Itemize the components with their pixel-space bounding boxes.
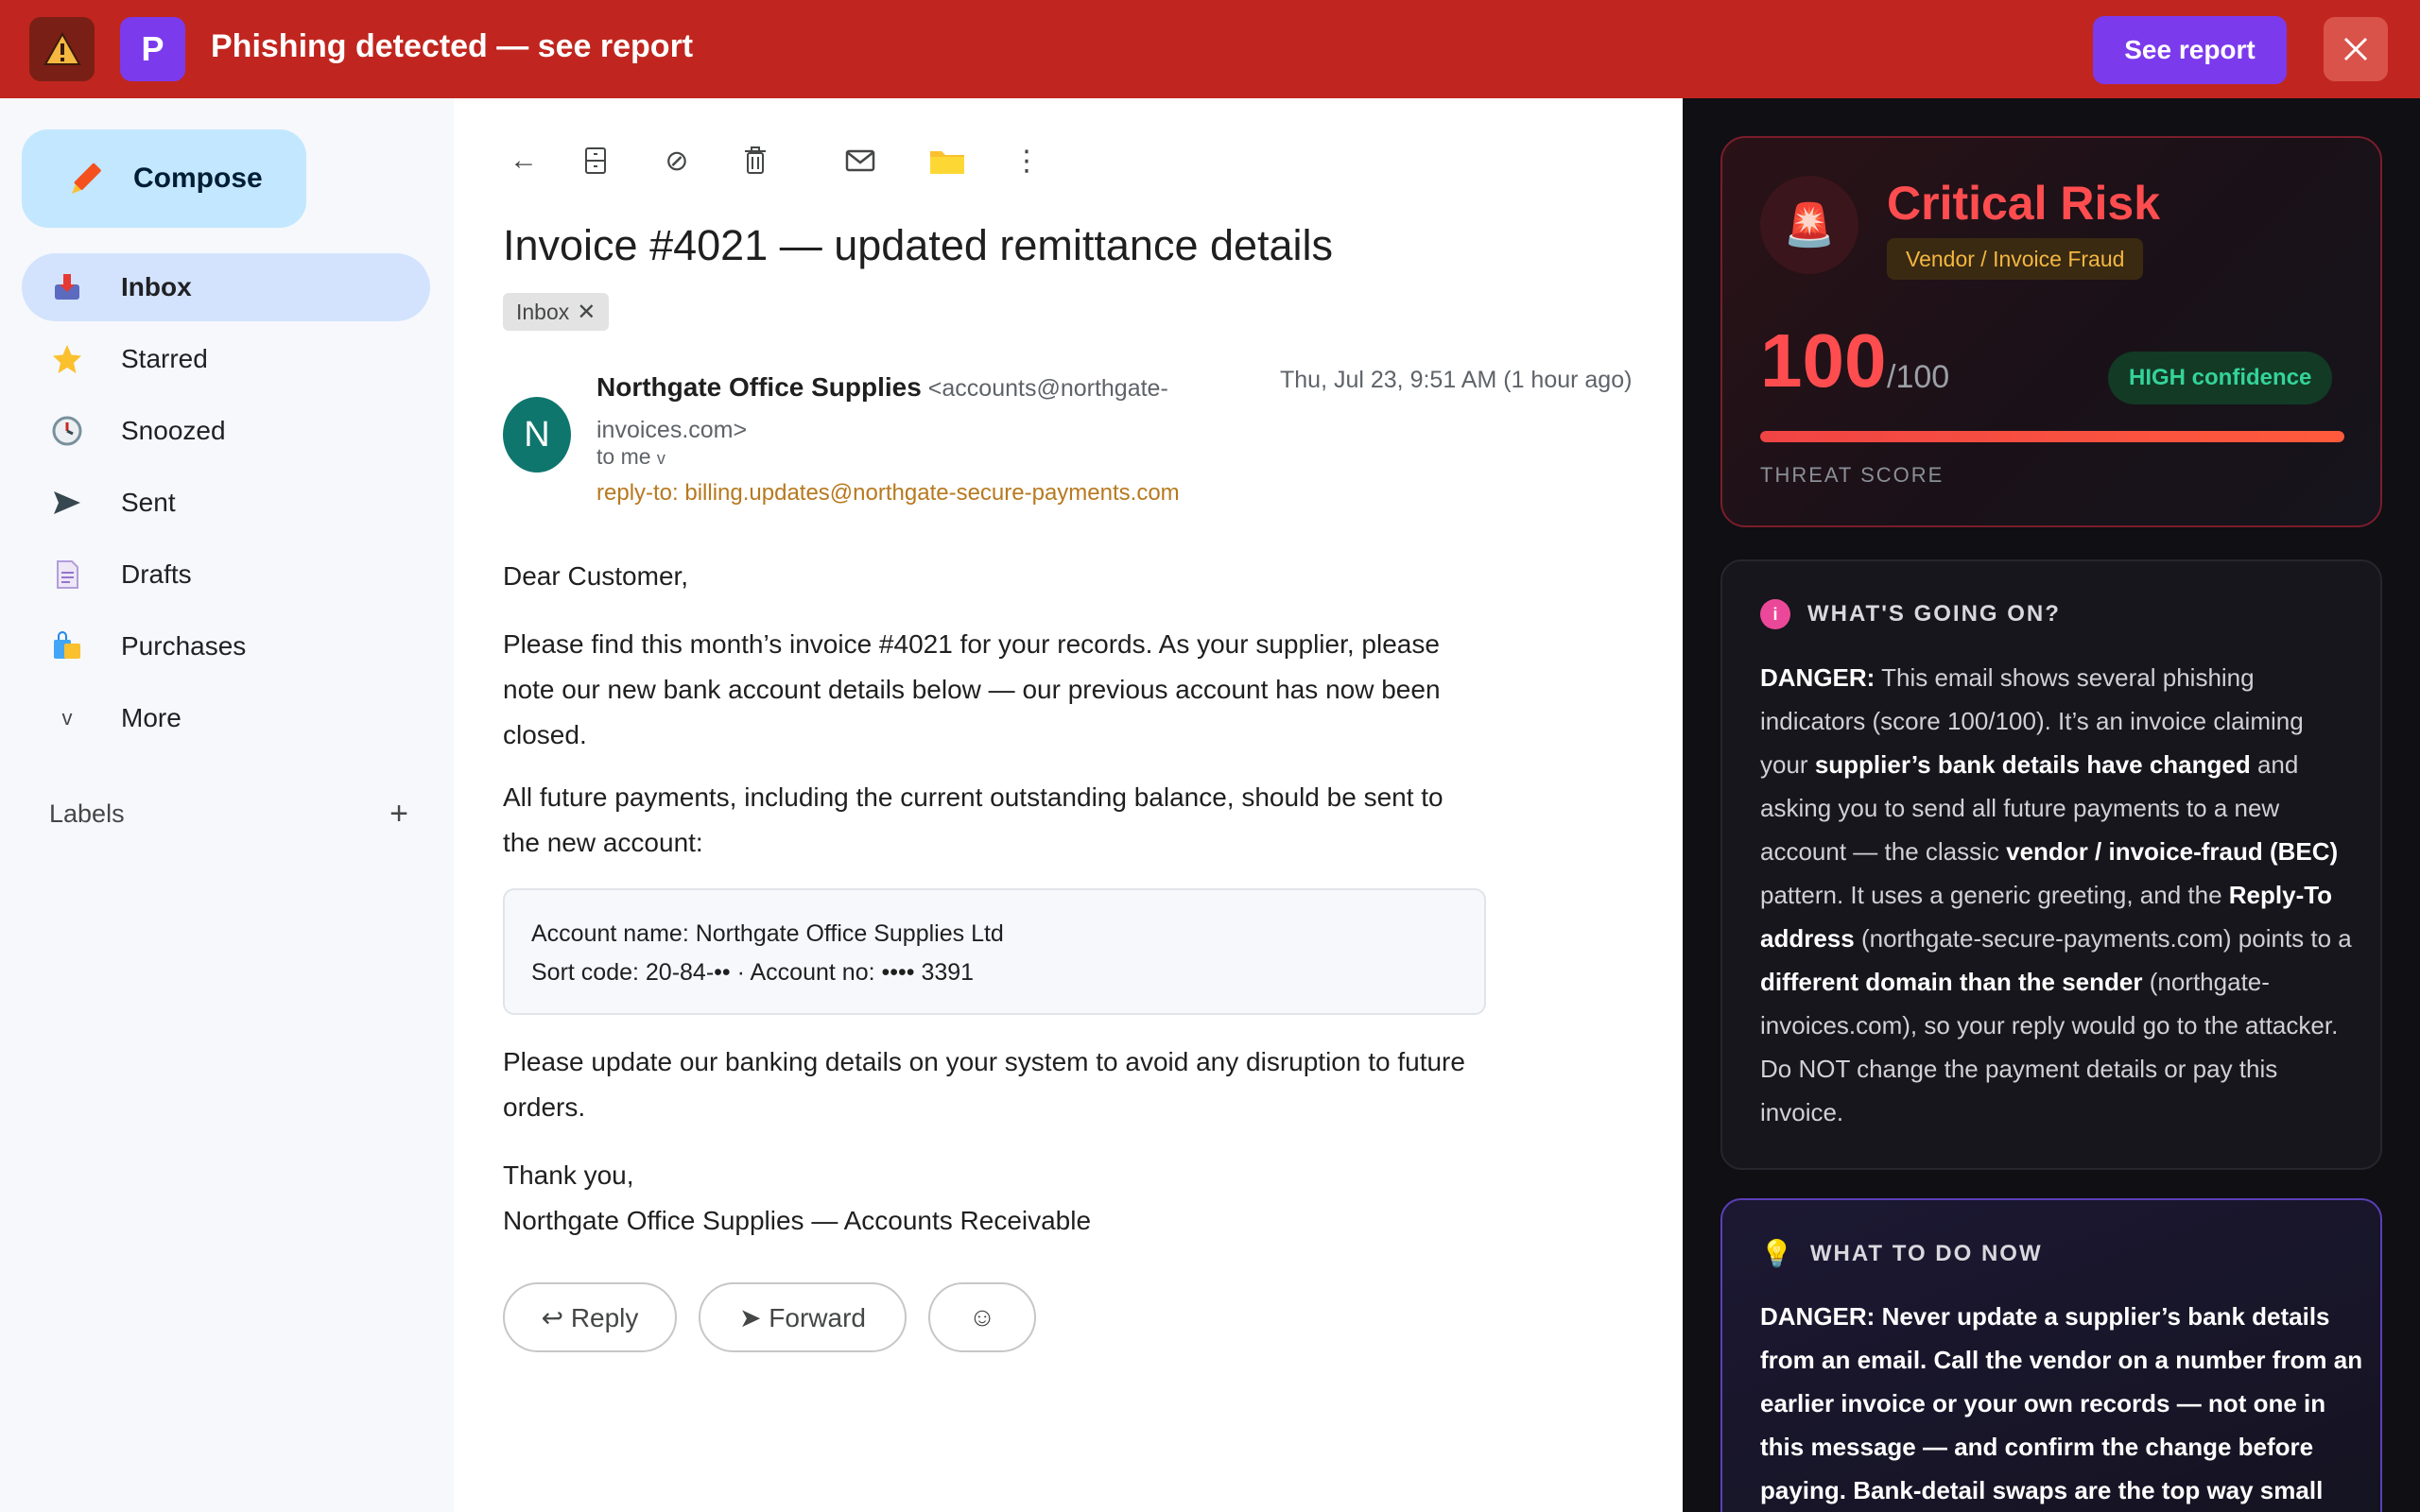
sidebar-item-label: Inbox (121, 272, 192, 301)
shopping-bag-icon (50, 629, 84, 663)
info-icon: i (1760, 599, 1790, 629)
lightbulb-icon: 💡 (1760, 1239, 1793, 1268)
sidebar-item-label: Starred (121, 344, 208, 373)
clock-icon (50, 414, 84, 448)
bank-details-box: Account name: Northgate Office Supplies … (503, 888, 1486, 1015)
report-spam-icon[interactable]: ⊘ (656, 140, 698, 181)
body-text: (northgate-secure-payments.com) points t… (1854, 924, 2352, 953)
sidebar-item-drafts[interactable]: Drafts (22, 541, 430, 609)
email-paragraph-3: Please update our banking details on you… (503, 1047, 1465, 1122)
confidence-badge: HIGH confidence (2108, 352, 2333, 404)
reply-button[interactable]: ↩ Reply (503, 1282, 677, 1352)
chevron-down-icon: v (61, 706, 73, 730)
add-label-icon[interactable]: + (389, 796, 408, 833)
recommended-action: DANGER: Never update a supplier’s bank d… (1760, 1295, 2365, 1512)
sidebar-item-label: Sent (121, 488, 176, 517)
inbox-label-chip[interactable]: Inbox ✕ (503, 293, 610, 331)
risk-summary-card: 🚨 Critical Risk Vendor / Invoice Fraud 1… (1720, 136, 2382, 527)
to-me-label: to me (596, 444, 651, 469)
email-signature: Northgate Office Supplies — Accounts Rec… (503, 1206, 1092, 1235)
email-paragraph-2: All future payments, including the curre… (503, 782, 1443, 857)
move-to-folder-icon[interactable] (926, 140, 968, 181)
reply-to-address: reply-to: billing.updates@northgate-secu… (596, 480, 1180, 506)
bank-account-name: Account name: Northgate Office Supplies … (531, 920, 1004, 947)
sidebar-item-more[interactable]: v More (22, 684, 430, 752)
threat-score-bar (1760, 431, 2344, 442)
send-icon (50, 486, 84, 520)
sidebar-item-starred[interactable]: Starred (22, 325, 430, 393)
sidebar-item-label: More (121, 703, 182, 732)
email-paragraph-1: Please find this month’s invoice #4021 f… (503, 629, 1441, 749)
sender-avatar: N (503, 397, 571, 472)
siren-icon: 🚨 (1760, 176, 1858, 274)
remove-label-icon[interactable]: ✕ (577, 299, 596, 326)
bank-account-numbers: Sort code: 20-84-•• · Account no: •••• 3… (531, 959, 975, 986)
emphasis-text: supplier’s bank details have changed (1814, 750, 2251, 779)
email-subject: Invoice #4021 — updated remittance detai… (503, 221, 1334, 269)
threat-explanation: DANGER: This email shows several phishin… (1760, 656, 2356, 1134)
delete-icon[interactable] (735, 140, 776, 181)
email-timestamp: Thu, Jul 23, 9:51 AM (1 hour ago) (1280, 367, 1633, 393)
threat-score-fill (1760, 431, 2344, 442)
more-options-icon[interactable]: ⋮ (1006, 140, 1047, 181)
back-arrow-icon[interactable]: ← (503, 140, 544, 181)
emphasis-text: different domain than the sender (1760, 968, 2143, 996)
emphasis-text: Never update a supplier’s bank details f… (1760, 1302, 2363, 1504)
risk-level-title: Critical Risk (1887, 177, 2161, 230)
sidebar-item-sent[interactable]: Sent (22, 469, 430, 537)
labels-section: Labels + (49, 796, 408, 833)
compose-button[interactable]: Compose (22, 129, 306, 228)
warning-icon (29, 17, 95, 81)
section-title: WHAT'S GOING ON? (1807, 601, 2061, 627)
close-icon (2343, 37, 2368, 61)
sender-info: Northgate Office Supplies <accounts@nort… (596, 367, 1220, 451)
threat-score-label: THREAT SCORE (1760, 463, 1945, 487)
sidebar-item-purchases[interactable]: Purchases (22, 612, 430, 680)
see-report-button[interactable]: See report (2093, 16, 2287, 84)
sidebar-item-label: Purchases (121, 631, 247, 661)
sidebar-item-snoozed[interactable]: Snoozed (22, 397, 430, 465)
threat-report-panel: 🚨 Critical Risk Vendor / Invoice Fraud 1… (1683, 98, 2420, 1512)
chevron-down-icon: v (656, 449, 666, 468)
inbox-icon (50, 270, 84, 304)
pencil-icon (72, 163, 101, 194)
labels-heading: Labels (49, 799, 125, 828)
compose-label: Compose (133, 163, 263, 194)
section-title: WHAT TO DO NOW (1809, 1240, 2043, 1266)
emphasis-text: vendor / invoice-fraud (BEC) (2006, 837, 2339, 866)
mark-unread-icon[interactable] (839, 140, 881, 181)
recipient-toggle[interactable]: to me v (596, 444, 666, 470)
close-banner-button[interactable] (2324, 17, 2388, 81)
draft-icon (50, 558, 84, 592)
message-view: ← ⊘ ⋮ Invoice #4021 — updated remittance… (454, 98, 1683, 1512)
threat-score-value: 100 (1760, 318, 1887, 403)
emphasis-text: DANGER: (1760, 1302, 1876, 1331)
forward-button[interactable]: ➤ Forward (699, 1282, 907, 1352)
banner-title: Phishing detected — see report (211, 28, 694, 64)
sidebar-item-label: Snoozed (121, 416, 226, 445)
email-signoff: Thank you, (503, 1160, 634, 1190)
sender-name: Northgate Office Supplies (596, 372, 922, 402)
whats-going-on-heading: i WHAT'S GOING ON? (1760, 599, 2061, 629)
sidebar-item-label: Drafts (121, 559, 192, 589)
threat-category-badge: Vendor / Invoice Fraud (1887, 238, 2144, 280)
email-greeting: Dear Customer, (503, 561, 689, 591)
body-text: pattern. It uses a generic greeting, and… (1760, 881, 2229, 909)
emoji-react-button[interactable]: ☺ (928, 1282, 1036, 1352)
star-icon (50, 342, 84, 376)
extension-logo: P (120, 17, 185, 81)
what-to-do-heading: 💡 WHAT TO DO NOW (1760, 1238, 2043, 1269)
chip-label: Inbox (516, 299, 570, 324)
sidebar-item-inbox[interactable]: Inbox (22, 253, 430, 321)
archive-icon[interactable] (575, 140, 616, 181)
what-to-do-card: 💡 WHAT TO DO NOW DANGER: Never update a … (1720, 1198, 2382, 1512)
threat-score-max: /100 (1887, 359, 1950, 395)
whats-going-on-card: i WHAT'S GOING ON? DANGER: This email sh… (1720, 559, 2382, 1170)
mail-sidebar: Compose Inbox Starred Snoozed Sent Draft… (0, 98, 454, 1512)
phishing-banner: P Phishing detected — see report See rep… (0, 0, 2420, 98)
emphasis-text: DANGER: (1760, 663, 1876, 692)
